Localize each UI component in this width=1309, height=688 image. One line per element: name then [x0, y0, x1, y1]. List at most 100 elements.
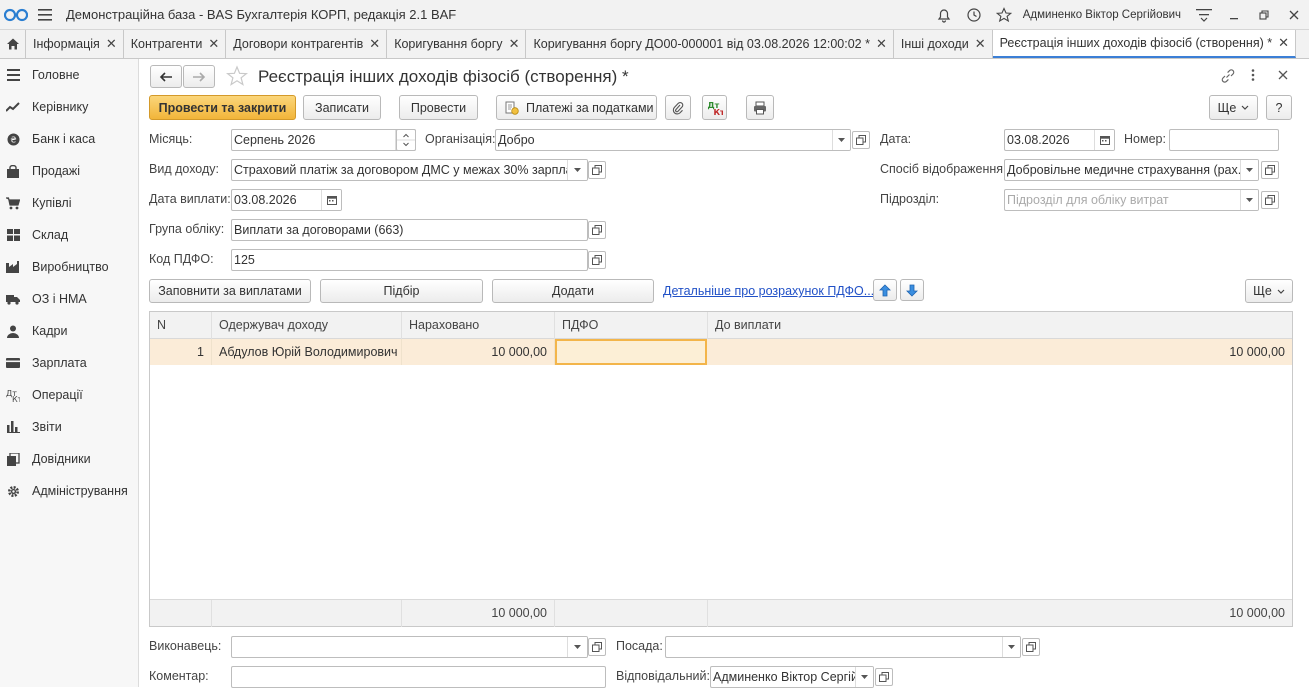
sidebar-item-management[interactable]: Керівнику [0, 91, 138, 123]
month-spinner[interactable] [396, 129, 416, 151]
tab-other-income[interactable]: Інші доходи ✕ [894, 30, 993, 58]
attach-file-button[interactable] [665, 95, 691, 120]
main-menu-icon[interactable] [32, 0, 58, 30]
organization-input[interactable]: Добро [495, 129, 851, 151]
pdfo-code-input[interactable]: 125 [231, 249, 588, 271]
department-input[interactable]: Підрозділ для обліку витрат [1004, 189, 1259, 211]
minimize-icon[interactable] [1219, 0, 1249, 30]
tab-debt-correction[interactable]: Коригування боргу ✕ [387, 30, 527, 58]
close-icon[interactable]: ✕ [369, 36, 380, 52]
responsible-input[interactable]: Админенко Віктор Сергійс [710, 666, 874, 688]
dropdown-arrow-icon[interactable] [1240, 190, 1258, 210]
open-responsible-icon[interactable] [875, 668, 893, 686]
print-button[interactable] [746, 95, 774, 120]
more-vertical-icon[interactable] [1250, 68, 1262, 86]
dropdown-arrow-icon[interactable] [855, 667, 873, 687]
comment-input[interactable] [231, 666, 606, 688]
sidebar-item-catalogs[interactable]: Довідники [0, 443, 138, 475]
row-recipient[interactable]: Абдулов Юрій Володимирович [212, 339, 402, 365]
close-icon[interactable]: ✕ [106, 36, 117, 52]
row-pdfo-cell[interactable] [555, 339, 707, 365]
close-form-icon[interactable] [1278, 69, 1292, 83]
income-type-input[interactable]: Страховий платіж за договором ДМС у межа… [231, 159, 588, 181]
settings-menu-icon[interactable] [1189, 0, 1219, 30]
position-input[interactable] [665, 636, 1021, 658]
number-input[interactable] [1169, 129, 1279, 151]
column-header-accrued[interactable]: Нараховано [402, 312, 555, 339]
executor-input[interactable] [231, 636, 588, 658]
tab-counterparties[interactable]: Контрагенти ✕ [124, 30, 227, 58]
dropdown-arrow-icon[interactable] [832, 130, 850, 150]
pick-button[interactable]: Підбір [320, 279, 483, 303]
favorite-star-icon[interactable] [225, 65, 250, 89]
column-header-to-pay[interactable]: До виплати [708, 312, 1292, 339]
bell-icon[interactable] [929, 0, 959, 30]
close-icon[interactable]: ✕ [208, 36, 219, 52]
forward-button[interactable] [183, 65, 215, 88]
dropdown-arrow-icon[interactable] [567, 160, 587, 180]
help-button[interactable]: ? [1266, 95, 1292, 120]
sidebar-item-bank-cash[interactable]: ₴ Банк і каса [0, 123, 138, 155]
open-organization-icon[interactable] [852, 131, 870, 149]
link-icon[interactable] [1220, 68, 1238, 86]
sidebar-item-salary[interactable]: Зарплата [0, 347, 138, 379]
pdfo-details-link[interactable]: Детальніше про розрахунок ПДФО... [663, 284, 874, 298]
sidebar-item-purchases[interactable]: Купівлі [0, 187, 138, 219]
tab-information[interactable]: Інформація ✕ [26, 30, 124, 58]
open-income-type-icon[interactable] [588, 161, 606, 179]
account-group-input[interactable]: Виплати за договорами (663) [231, 219, 588, 241]
tab-contracts[interactable]: Договори контрагентів ✕ [226, 30, 388, 58]
table-row[interactable]: 1 Абдулов Юрій Володимирович 10 000,00 1… [150, 339, 1292, 365]
fill-by-payments-button[interactable]: Заповнити за виплатами [149, 279, 311, 303]
sidebar-item-reports[interactable]: Звіти [0, 411, 138, 443]
column-header-pdfo[interactable]: ПДФО [555, 312, 708, 339]
close-window-icon[interactable] [1279, 0, 1309, 30]
dropdown-arrow-icon[interactable] [1240, 160, 1258, 180]
close-icon[interactable]: ✕ [975, 36, 986, 52]
history-icon[interactable] [959, 0, 989, 30]
table-more-button[interactable]: Ще [1245, 279, 1293, 303]
favorites-star-icon[interactable] [989, 0, 1019, 30]
open-display-method-icon[interactable] [1261, 161, 1279, 179]
row-accrued[interactable]: 10 000,00 [402, 339, 555, 365]
sidebar-item-operations[interactable]: ДтКт Операції [0, 379, 138, 411]
restore-icon[interactable] [1249, 0, 1279, 30]
column-header-n[interactable]: N [150, 312, 212, 339]
open-account-group-icon[interactable] [588, 221, 606, 239]
open-position-icon[interactable] [1022, 638, 1040, 656]
post-button[interactable]: Провести [399, 95, 478, 120]
add-row-button[interactable]: Додати [492, 279, 654, 303]
dropdown-arrow-icon[interactable] [1002, 637, 1020, 657]
back-button[interactable] [150, 65, 182, 88]
pay-date-input[interactable]: 03.08.2026 [231, 189, 342, 211]
save-button[interactable]: Записати [303, 95, 381, 120]
open-pdfo-code-icon[interactable] [588, 251, 606, 269]
row-to-pay[interactable]: 10 000,00 [708, 339, 1292, 365]
open-executor-icon[interactable] [588, 638, 606, 656]
sidebar-item-production[interactable]: Виробництво [0, 251, 138, 283]
close-icon[interactable]: ✕ [509, 36, 520, 52]
sidebar-item-warehouse[interactable]: Склад [0, 219, 138, 251]
current-user-name[interactable]: Админенко Віктор Сергійович [1023, 9, 1181, 21]
sidebar-item-hr[interactable]: Кадри [0, 315, 138, 347]
sidebar-item-main[interactable]: Головне [0, 59, 138, 91]
dropdown-arrow-icon[interactable] [567, 637, 587, 657]
home-tab[interactable] [0, 30, 26, 58]
move-down-button[interactable] [900, 279, 924, 301]
close-icon[interactable]: ✕ [1278, 35, 1289, 51]
sidebar-item-sales[interactable]: Продажі [0, 155, 138, 187]
month-input[interactable]: Серпень 2026 [231, 129, 416, 151]
more-actions-button[interactable]: Ще [1209, 95, 1258, 120]
post-and-close-button[interactable]: Провести та закрити [149, 95, 296, 120]
column-header-recipient[interactable]: Одержувач доходу [212, 312, 402, 339]
tab-other-income-registration[interactable]: Реєстрація інших доходів фізосіб (створе… [992, 30, 1296, 58]
move-up-button[interactable] [873, 279, 897, 301]
open-department-icon[interactable] [1261, 191, 1279, 209]
date-input[interactable]: 03.08.2026 [1004, 129, 1115, 151]
display-method-input[interactable]: Добровільне медичне страхування (рах. 3 [1004, 159, 1259, 181]
tax-payments-button[interactable]: Платежі за податками [496, 95, 657, 120]
tab-debt-correction-doc[interactable]: Коригування боргу ДО00-000001 від 03.08.… [526, 30, 894, 58]
dt-kt-postings-button[interactable]: Дт Кт [702, 95, 727, 120]
sidebar-item-fixed-assets[interactable]: ОЗ і НМА [0, 283, 138, 315]
close-icon[interactable]: ✕ [876, 36, 887, 52]
